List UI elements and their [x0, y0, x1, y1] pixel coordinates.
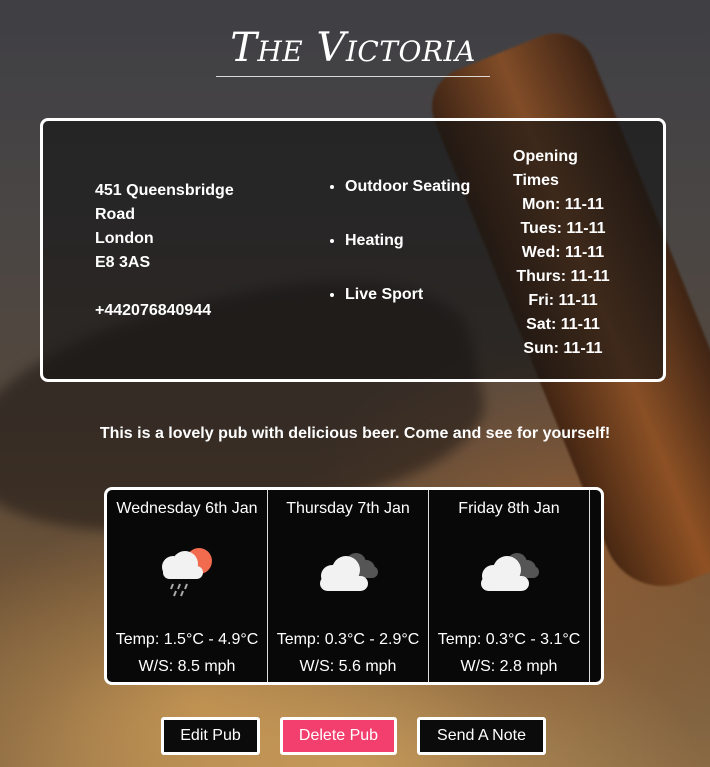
pub-info-card: 451 Queensbridge Road London E8 3AS +442… — [40, 118, 666, 382]
opening-times: Opening Times Mon: 11-11 Tues: 11-11 Wed… — [513, 145, 613, 361]
hours-row: Mon: 11-11 — [522, 196, 604, 213]
hours-row: Thurs: 11-11 — [516, 268, 610, 285]
forecast-wind: W/S: 5.6 mph — [299, 658, 397, 675]
facility-item: Outdoor Seating — [345, 175, 495, 199]
pub-address: 451 Queensbridge Road London E8 3AS +442… — [95, 179, 234, 323]
forecast-wind: W/S: 8.5 mph — [138, 658, 236, 675]
hours-row: Wed: 11-11 — [521, 244, 605, 261]
forecast-day: Wednesday 6th Jan Temp: 1.5°C - 4.9°C W/… — [107, 490, 268, 682]
facility-item: Heating — [345, 229, 495, 253]
forecast-temp: Temp: 0.3°C - 2.9°C — [276, 631, 420, 648]
forecast-date: Friday 8th Jan — [458, 500, 560, 517]
opening-times-heading: Times — [513, 172, 559, 189]
hours-row: Fri: 11-11 — [528, 292, 598, 309]
forecast-day: Friday 8th Jan Temp: 0.3°C - 3.1°C W/S: … — [429, 490, 590, 682]
send-note-button[interactable]: Send A Note — [417, 717, 546, 755]
rain-sun-cloud-icon — [162, 548, 212, 597]
pub-title: The Victoria — [216, 24, 490, 77]
facility-item: Live Sport — [345, 283, 495, 307]
opening-times-heading: Opening — [513, 148, 578, 165]
pub-phone: +442076840944 — [95, 302, 212, 319]
weather-forecast: Wednesday 6th Jan Temp: 1.5°C - 4.9°C W/… — [104, 487, 604, 685]
hours-row: Tues: 11-11 — [520, 220, 606, 237]
forecast-date: Thursday 7th Jan — [286, 500, 410, 517]
hours-row: Sat: 11-11 — [526, 316, 600, 333]
delete-pub-button[interactable]: Delete Pub — [280, 717, 397, 755]
hours-row: Sun: 11-11 — [523, 340, 603, 357]
address-line: London — [95, 230, 154, 247]
forecast-day: Thursday 7th Jan Temp: 0.3°C - 2.9°C W/S… — [268, 490, 429, 682]
cloudy-icon — [320, 553, 378, 591]
forecast-temp: Temp: 0.3°C - 3.1°C — [437, 631, 581, 648]
forecast-temp: Temp: 1.5°C - 4.9°C — [115, 631, 259, 648]
address-line: E8 3AS — [95, 254, 151, 271]
cloudy-icon — [481, 553, 539, 591]
address-line: Road — [95, 206, 135, 223]
pub-description: This is a lovely pub with delicious beer… — [99, 425, 611, 442]
edit-pub-button[interactable]: Edit Pub — [161, 717, 260, 755]
address-line: 451 Queensbridge — [95, 182, 234, 199]
forecast-wind: W/S: 2.8 mph — [460, 658, 558, 675]
facilities-list: Outdoor Seating Heating Live Sport — [309, 175, 495, 337]
forecast-date: Wednesday 6th Jan — [116, 500, 258, 517]
